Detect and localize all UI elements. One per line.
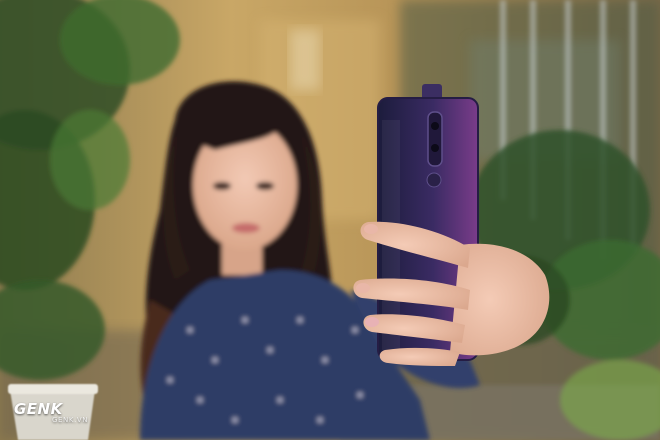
selfie-photo [0,0,660,440]
genk-watermark: GENK GENK.VN [14,400,104,430]
watermark-domain: GENK.VN [52,416,89,424]
photo-scene: GENK GENK.VN [0,0,660,440]
